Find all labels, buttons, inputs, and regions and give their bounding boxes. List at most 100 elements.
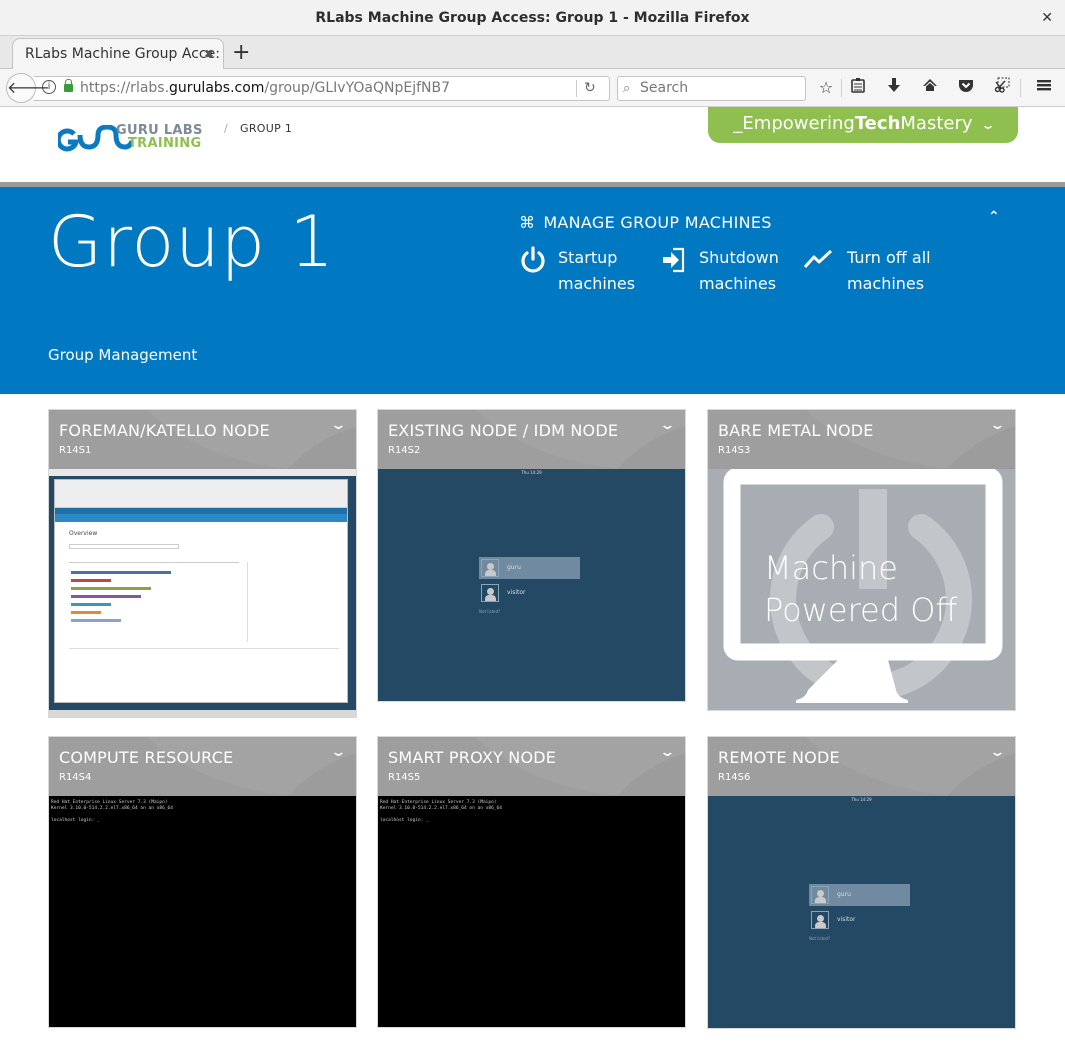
thumb-col-divider [247,562,248,642]
console-line: Kernel 3.10.0-514.2.2.el7.x86_64 on an x… [51,806,173,811]
command-icon: ⌘ [519,213,536,232]
machine-screen-thumbnail[interactable]: Thu 14:29 guru visitor Not listed? [708,796,1015,1028]
close-icon[interactable]: ✕ [1041,0,1053,36]
not-listed-link: Not listed? [809,936,831,941]
chevron-down-icon: ⌄ [980,118,996,132]
new-tab-button[interactable]: + [232,39,250,67]
tagline-post: Mastery [900,113,973,134]
user-avatar-icon [811,911,829,929]
thumb-foreman-menubar [55,514,347,522]
tab-label: RLabs Machine Group Acce: [25,46,220,62]
user-avatar-icon [481,559,499,577]
turn-off-all-machines-button[interactable]: Turn off all machines [804,245,944,297]
gnome-clock: Thu 14:29 [851,797,872,802]
breadcrumb-separator: / [224,122,229,135]
console-line: localhost login: _ [380,818,429,823]
chevron-down-icon[interactable]: ⌄ [989,418,1005,433]
thumb-search [69,544,179,549]
machine-screen-thumbnail[interactable]: Thu 14:29 guru visitor Not listed? [378,469,685,701]
search-input[interactable]: ⌕ Search [617,76,806,101]
machine-screen-thumbnail[interactable]: Red Hat Enterprise Linux Server 7.3 (Mai… [378,796,685,1027]
action-label-line2: machines [558,274,636,293]
action-label-line2: machines [847,274,925,293]
machine-screen-thumbnail[interactable]: Machine Powered Off [708,469,1015,710]
download-icon[interactable] [882,76,906,100]
thumb-browser-chrome [55,480,347,508]
machine-code: R14S6 [718,772,751,783]
screenshot-icon[interactable] [990,76,1014,100]
home-icon[interactable] [918,76,942,100]
pocket-icon[interactable] [954,76,978,100]
login-username: visitor [507,589,526,596]
machine-card: REMOTE NODE R14S6 ⌄ Thu 14:29 guru visit… [707,736,1016,1029]
window-titlebar: RLabs Machine Group Access: Group 1 - Mo… [0,0,1065,36]
login-user-item: visitor [479,582,580,604]
machine-name: COMPUTE RESOURCE [59,748,234,767]
arrow-left-icon: 🡐 [7,78,50,97]
url-path: /group/GLIvYOaQNpEjfNB7 [264,80,451,96]
machine-card: BARE METAL NODE R14S3 ⌄ Machine Powered … [707,409,1016,711]
menu-icon[interactable] [1032,76,1056,100]
guru-labs-logo[interactable]: GURU LABS TRAINING [58,123,208,157]
browser-tab[interactable]: RLabs Machine Group Acce: ✖ [12,38,224,70]
chevron-down-icon[interactable]: ⌄ [659,745,675,760]
startup-machines-button[interactable]: Startup machines [518,245,638,297]
machine-card-header[interactable]: FOREMAN/KATELLO NODE R14S1 ⌄ [49,410,356,469]
action-label-line1: Shutdown [699,248,779,267]
machine-screen-thumbnail[interactable]: Red Hat Enterprise Linux Server 7.3 (Mai… [49,796,356,1027]
thumb-widget-list [69,562,239,630]
url-domain: gurulabs.com [169,80,265,96]
machine-code: R14S3 [718,445,751,456]
login-username: guru [837,891,851,898]
window-title: RLabs Machine Group Access: Group 1 - Mo… [315,10,750,26]
login-username: visitor [837,916,856,923]
machine-card: SMART PROXY NODE R14S5 ⌄ Red Hat Enterpr… [377,736,686,1028]
machine-card: EXISTING NODE / IDM NODE R14S2 ⌄ Thu 14:… [377,409,686,702]
site-header: GURU LABS TRAINING / GROUP 1 _EmpoweringT… [0,107,1065,183]
powered-off-line1: Machine [764,549,898,587]
navigation-toolbar: i https://rlabs.gurulabs.com/group/GLIvY… [0,69,1065,107]
search-icon: ⌕ [623,81,631,96]
login-user-item: guru [809,884,910,906]
thumb-browser-window: Overview [54,479,348,703]
page-title: Group 1 [48,201,335,283]
machine-card-header[interactable]: EXISTING NODE / IDM NODE R14S2 ⌄ [378,410,685,469]
sign-in-icon [663,247,685,273]
machine-code: R14S1 [59,445,92,456]
powered-off-line2: Powered Off [764,591,958,629]
toolbar-divider [1020,79,1021,97]
machine-card-header[interactable]: COMPUTE RESOURCE R14S4 ⌄ [49,737,356,796]
url-prefix: https://rlabs. [80,80,170,96]
star-icon[interactable]: ☆ [814,76,838,100]
group-hero: Group 1 Group Management ⌘ MANAGE GROUP M… [0,187,1065,394]
machine-card-header[interactable]: BARE METAL NODE R14S3 ⌄ [708,410,1015,469]
breadcrumb-current: GROUP 1 [240,122,293,135]
machine-card-header[interactable]: REMOTE NODE R14S6 ⌄ [708,737,1015,796]
reading-list-icon[interactable] [846,76,870,100]
lock-icon[interactable] [64,79,73,92]
machine-name: BARE METAL NODE [718,421,874,440]
chevron-down-icon[interactable]: ⌄ [659,418,675,433]
shutdown-machines-button[interactable]: Shutdown machines [659,245,779,297]
tab-close-icon[interactable]: ✖ [204,39,214,69]
manage-group-heading: ⌘ MANAGE GROUP MACHINES [519,213,772,232]
login-user-item: visitor [809,909,910,931]
machine-name: FOREMAN/KATELLO NODE [59,421,270,440]
url-text[interactable]: https://rlabs.gurulabs.com/group/GLIvYOa… [80,77,450,100]
tagline-dropdown[interactable]: _EmpoweringTechMastery ⌄ [708,107,1018,143]
back-button[interactable]: 🡐 [6,73,50,103]
machine-screen-thumbnail[interactable]: Overview [49,469,356,717]
reload-icon[interactable]: ↻ [584,77,596,100]
chevron-down-icon[interactable]: ⌄ [330,418,346,433]
toolbar-divider [841,79,842,97]
chevron-down-icon[interactable]: ⌄ [989,745,1005,760]
pulse-icon [804,249,833,269]
machine-name: REMOTE NODE [718,748,840,767]
url-bar[interactable]: i https://rlabs.gurulabs.com/group/GLIvY… [34,76,610,101]
chevron-down-icon[interactable]: ⌄ [330,745,346,760]
thumb-topbar [49,469,356,476]
tab-bar: RLabs Machine Group Acce: ✖ + [0,36,1065,70]
search-placeholder: Search [640,80,689,96]
machine-card-header[interactable]: SMART PROXY NODE R14S5 ⌄ [378,737,685,796]
chevron-up-icon[interactable]: ⌃ [988,209,1000,225]
